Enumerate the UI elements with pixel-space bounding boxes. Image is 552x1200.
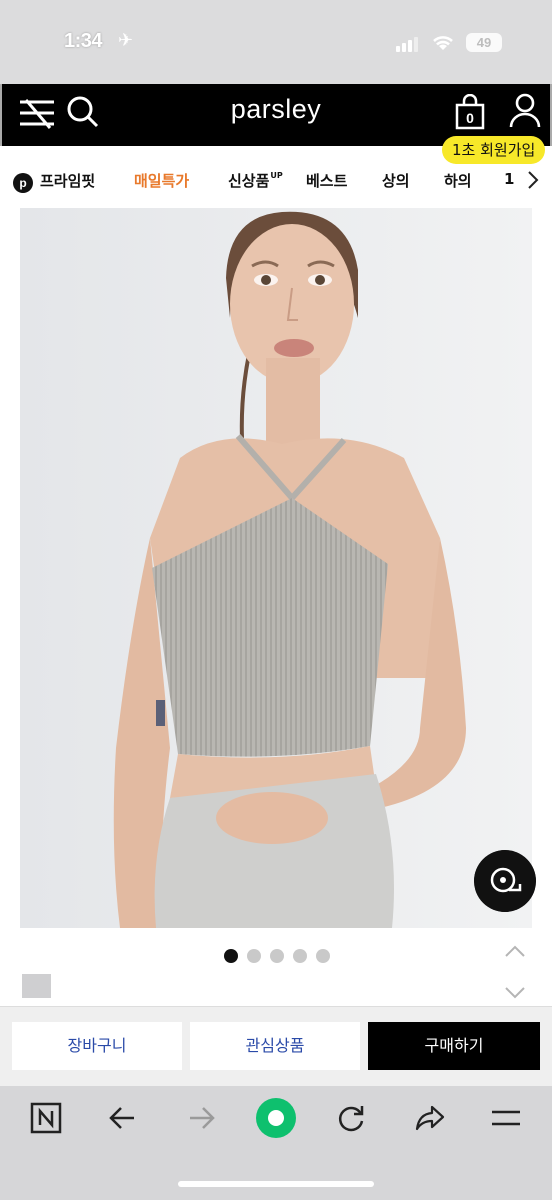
buy-now-button[interactable]: 구매하기: [368, 1022, 540, 1070]
gallery-dot[interactable]: [316, 949, 330, 963]
gallery-dot[interactable]: [247, 949, 261, 963]
signal-icon: [396, 36, 418, 52]
chevron-down-icon[interactable]: [504, 986, 526, 1000]
status-time: 1:34: [64, 30, 103, 52]
arrow-right-icon[interactable]: [186, 1102, 216, 1134]
cart-count: 0: [466, 110, 474, 126]
cat-tops[interactable]: 상의: [382, 170, 410, 191]
gallery-dot[interactable]: [270, 949, 284, 963]
product-image[interactable]: [20, 208, 532, 928]
cat-prime-fit[interactable]: 프라임핏: [40, 170, 95, 191]
green-dot-icon[interactable]: [256, 1098, 296, 1138]
home-indicator[interactable]: [178, 1181, 374, 1187]
signup-badge[interactable]: 1초 회원가입: [442, 136, 546, 164]
cat-new-arrivals[interactable]: 신상품UP: [228, 170, 283, 191]
naver-n-icon[interactable]: [30, 1102, 62, 1134]
action-bar: 장바구니 관심상품 구매하기: [0, 1006, 552, 1086]
status-bar: 1:34 ✈ 49: [0, 0, 552, 84]
new-up-badge: UP: [270, 171, 283, 180]
gallery-dot[interactable]: [224, 949, 238, 963]
tape-measure-icon[interactable]: [474, 850, 536, 912]
cat-daily-sale[interactable]: 매일특가: [134, 170, 189, 191]
cat-best[interactable]: 베스트: [306, 170, 347, 191]
wifi-icon: [433, 36, 453, 50]
cat-bottoms[interactable]: 하의: [444, 170, 472, 191]
cat-new-label: 신상품: [228, 172, 270, 190]
shopping-bag-icon[interactable]: 0: [454, 94, 486, 130]
airplane-icon: ✈: [118, 30, 134, 51]
hamburger-icon[interactable]: [490, 1102, 522, 1134]
share-icon[interactable]: [414, 1102, 446, 1134]
prime-fit-icon: p: [13, 173, 33, 193]
battery-icon: 49: [466, 33, 502, 52]
product-area: [0, 208, 552, 1006]
cat-more[interactable]: 1: [504, 170, 514, 188]
gallery-dots: [224, 949, 330, 963]
reload-icon[interactable]: [336, 1102, 366, 1134]
gallery-dot[interactable]: [293, 949, 307, 963]
add-to-cart-button[interactable]: 장바구니: [12, 1022, 182, 1070]
product-thumbnail[interactable]: [22, 974, 51, 998]
user-icon[interactable]: [508, 92, 542, 130]
arrow-left-icon[interactable]: [108, 1102, 138, 1134]
chevron-up-icon[interactable]: [504, 944, 526, 958]
wishlist-button[interactable]: 관심상품: [190, 1022, 360, 1070]
model-photo: [20, 208, 532, 928]
chevron-right-icon[interactable]: [526, 170, 540, 190]
